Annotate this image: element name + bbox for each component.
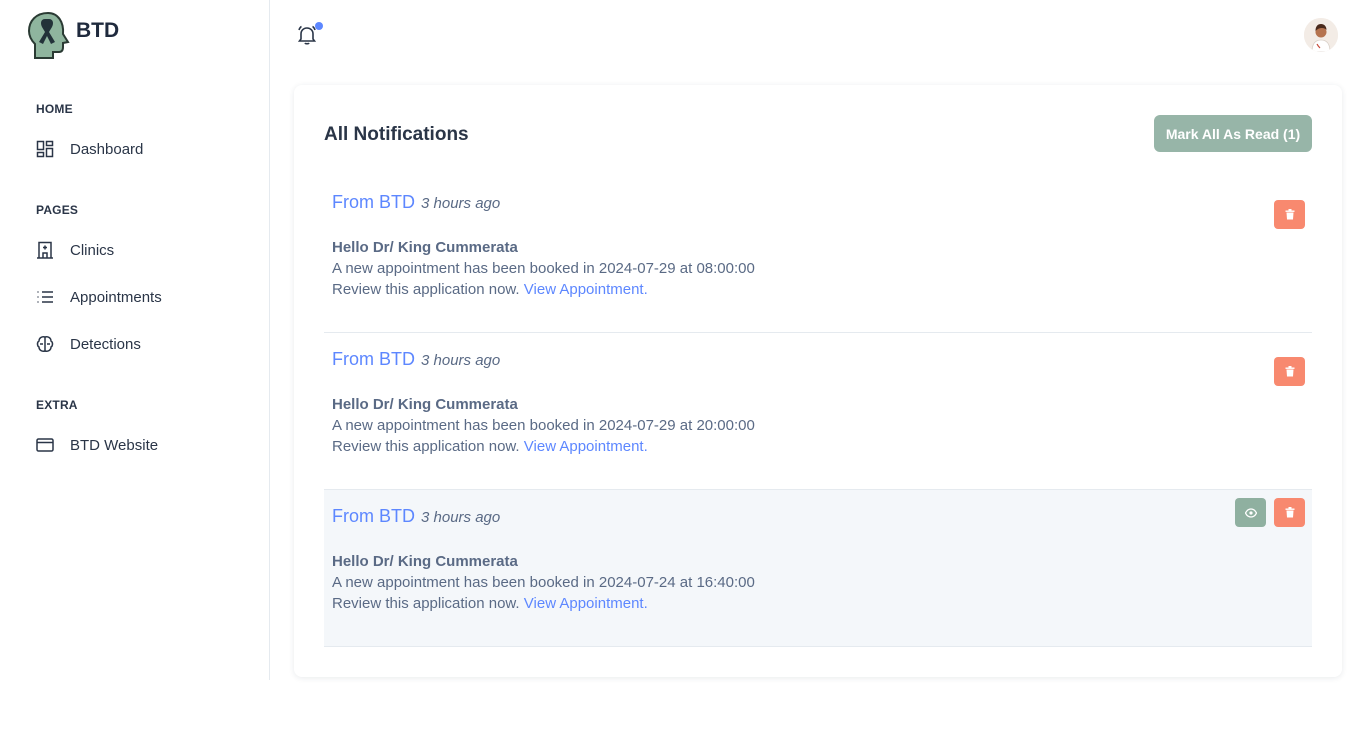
view-appointment-link[interactable]: View Appointment. (524, 281, 648, 298)
notification-dot (315, 22, 323, 30)
browser-icon (36, 436, 54, 454)
notification-time: 3 hours ago (421, 509, 501, 526)
notification-review: Review this application now. View Appoin… (332, 595, 648, 612)
notification-time: 3 hours ago (421, 195, 501, 212)
notification-greeting: Hello Dr/ King Cummerata (332, 239, 518, 256)
brain-icon (36, 335, 54, 353)
nav-section-home: HOME (36, 102, 73, 116)
dashboard-icon (36, 140, 54, 158)
notification-message: A new appointment has been booked in 202… (332, 260, 755, 277)
sidebar-item-appointments[interactable]: Appointments (36, 285, 162, 309)
sidebar-item-dashboard[interactable]: Dashboard (36, 137, 143, 161)
trash-icon (1285, 366, 1294, 377)
notification-time: 3 hours ago (421, 352, 501, 369)
view-appointment-link[interactable]: View Appointment. (524, 438, 648, 455)
notification-greeting: Hello Dr/ King Cummerata (332, 396, 518, 413)
mark-all-read-button[interactable]: Mark All As Read (1) (1154, 115, 1312, 152)
sidebar-item-label: Clinics (70, 241, 115, 259)
sidebar-item-label: Appointments (70, 288, 162, 306)
page-title: All Notifications (324, 124, 469, 145)
building-icon (36, 241, 54, 259)
sidebar-item-btd-website[interactable]: BTD Website (36, 433, 158, 457)
notification-sender: From BTD (332, 349, 415, 369)
review-text: Review this application now. (332, 595, 520, 612)
sidebar-item-label: Detections (70, 335, 141, 353)
notification-review: Review this application now. View Appoin… (332, 438, 648, 455)
mark-read-button[interactable] (1235, 498, 1266, 527)
notification-sender: From BTD (332, 192, 415, 212)
eye-icon (1244, 507, 1257, 518)
delete-button[interactable] (1274, 498, 1305, 527)
sidebar-item-label: BTD Website (70, 436, 159, 454)
brand[interactable]: BTD (26, 10, 119, 60)
notification-review: Review this application now. View Appoin… (332, 281, 648, 298)
notification-message: A new appointment has been booked in 202… (332, 417, 755, 434)
notification-item-unread: From BTD 3 hours ago Hello Dr/ King Cumm… (324, 490, 1312, 647)
notification-greeting: Hello Dr/ King Cummerata (332, 553, 518, 570)
brand-name: BTD (76, 19, 120, 42)
user-avatar[interactable] (1304, 18, 1338, 52)
delete-button[interactable] (1274, 200, 1305, 229)
notification-sender: From BTD (332, 506, 415, 526)
view-appointment-link[interactable]: View Appointment. (524, 595, 648, 612)
nav-section-extra: EXTRA (36, 398, 78, 412)
notifications-card: All Notifications Mark All As Read (1) F… (294, 85, 1342, 677)
review-text: Review this application now. (332, 438, 520, 455)
trash-icon (1285, 507, 1294, 518)
notification-item: From BTD 3 hours ago Hello Dr/ King Cumm… (324, 333, 1312, 490)
notification-item: From BTD 3 hours ago Hello Dr/ King Cumm… (324, 176, 1312, 333)
brand-logo-icon (27, 11, 70, 59)
nav-section-pages: PAGES (36, 203, 79, 217)
delete-button[interactable] (1274, 357, 1305, 386)
sidebar: BTD HOME Dashboard PAGES Clinics Appoint… (0, 0, 270, 680)
list-icon (36, 288, 54, 306)
sidebar-item-clinics[interactable]: Clinics (36, 238, 114, 262)
review-text: Review this application now. (332, 281, 520, 298)
notification-message: A new appointment has been booked in 202… (332, 574, 755, 591)
trash-icon (1285, 209, 1294, 220)
sidebar-item-detections[interactable]: Detections (36, 332, 141, 356)
sidebar-item-label: Dashboard (70, 140, 144, 158)
avatar-image (1304, 18, 1338, 52)
